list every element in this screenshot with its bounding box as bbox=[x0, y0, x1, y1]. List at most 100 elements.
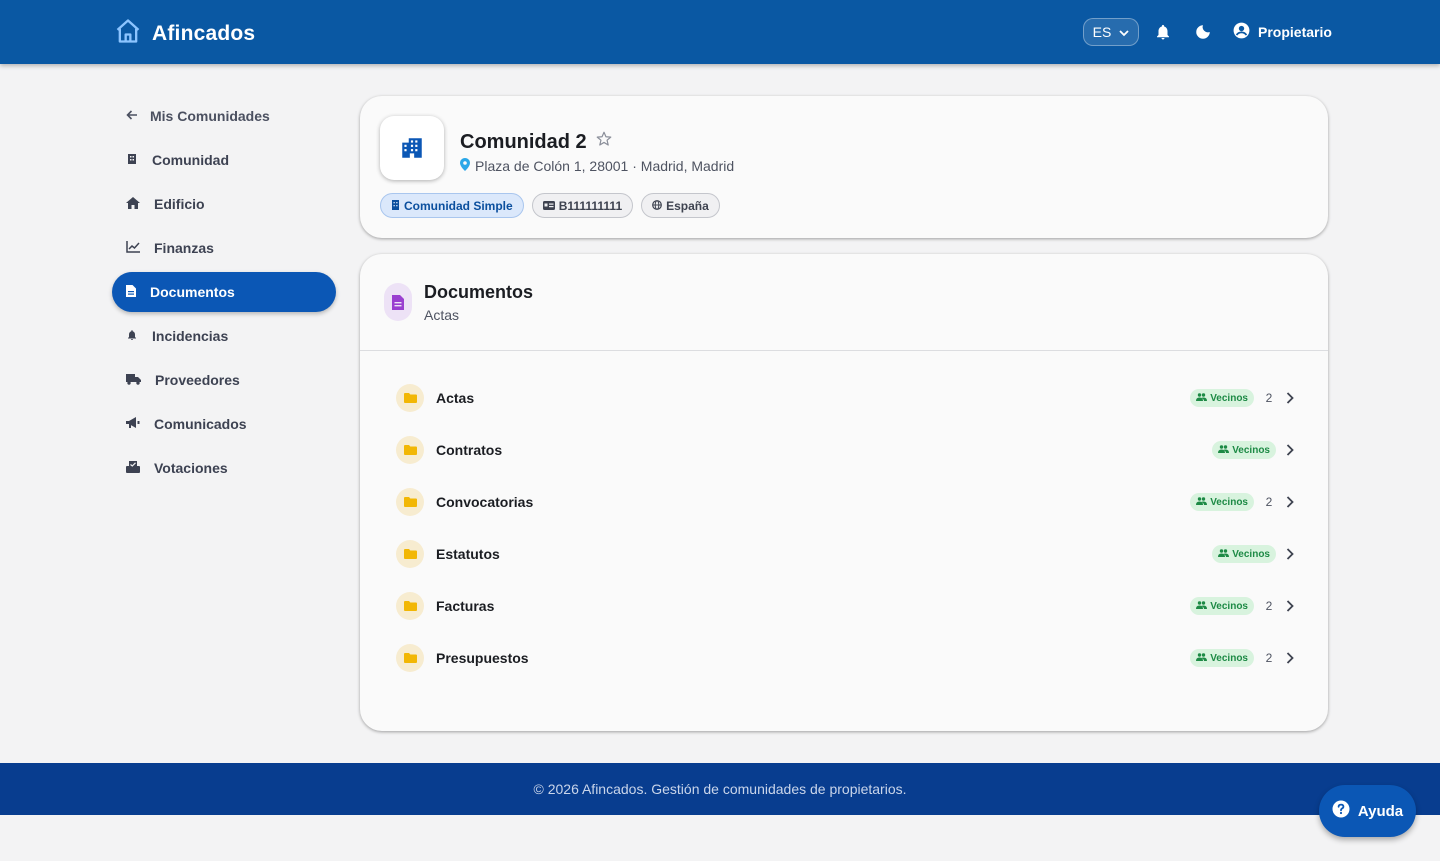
community-address: Plaza de Colón 1, 28001 · Madrid, Madrid bbox=[460, 158, 734, 174]
sidebar-item-comunicados[interactable]: Comunicados bbox=[112, 404, 336, 444]
sidebar-item-comunidad[interactable]: Comunidad bbox=[112, 140, 336, 180]
arrow-left-icon bbox=[126, 108, 138, 124]
cif-chip: B111111111 bbox=[531, 193, 634, 218]
language-value: ES bbox=[1092, 24, 1112, 40]
sidebar-item-label: Comunidad bbox=[152, 152, 229, 168]
notifications-bell-icon[interactable] bbox=[1153, 22, 1173, 42]
building-icon bbox=[126, 152, 138, 168]
sidebar-item-label: Edificio bbox=[154, 196, 205, 212]
folder-icon bbox=[396, 540, 424, 568]
favorite-star-icon[interactable] bbox=[595, 130, 613, 154]
sidebar-item-label: Finanzas bbox=[154, 240, 214, 256]
sidebar-item-edificio[interactable]: Edificio bbox=[112, 184, 336, 224]
help-circle-icon bbox=[1332, 800, 1350, 822]
visibility-label: Vecinos bbox=[1210, 392, 1248, 404]
account-circle-icon bbox=[1232, 21, 1251, 43]
globe-icon bbox=[652, 199, 663, 213]
chevron-right-icon bbox=[1284, 650, 1296, 666]
footer: © 2026 Afincados. Gestión de comunidades… bbox=[0, 763, 1440, 815]
house-logo-icon bbox=[114, 17, 142, 50]
sidebar-item-votaciones[interactable]: Votaciones bbox=[112, 448, 336, 488]
group-icon bbox=[1196, 392, 1208, 404]
help-label: Ayuda bbox=[1357, 802, 1404, 820]
sidebar-item-incidencias[interactable]: Incidencias bbox=[112, 316, 336, 356]
community-chips: Comunidad Simple B111111111 España bbox=[380, 193, 720, 218]
visibility-badge: Vecinos bbox=[1190, 493, 1254, 511]
user-menu[interactable]: Propietario bbox=[1232, 21, 1332, 43]
sidebar-nav: Mis Comunidades Comunidad Edificio Finan… bbox=[112, 96, 336, 488]
folder-meta: Vecinos bbox=[1212, 528, 1296, 580]
user-role-label: Propietario bbox=[1258, 24, 1332, 40]
folder-icon bbox=[396, 592, 424, 620]
group-icon bbox=[1218, 444, 1230, 456]
chip-label: B111111111 bbox=[558, 198, 623, 213]
folder-meta: Vecinos 2 bbox=[1190, 372, 1296, 424]
sidebar-item-label: Votaciones bbox=[154, 460, 228, 476]
visibility-label: Vecinos bbox=[1210, 496, 1248, 508]
sidebar-item-proveedores[interactable]: Proveedores bbox=[112, 360, 336, 400]
chevron-right-icon bbox=[1284, 494, 1296, 510]
documents-header: Documentos Actas bbox=[360, 254, 1328, 351]
group-icon bbox=[1218, 548, 1230, 560]
folder-icon bbox=[396, 644, 424, 672]
id-card-icon bbox=[542, 199, 555, 213]
sidebar-item-finanzas[interactable]: Finanzas bbox=[112, 228, 336, 268]
address-text: Plaza de Colón 1, 28001 · Madrid, Madrid bbox=[475, 158, 735, 174]
visibility-badge: Vecinos bbox=[1190, 649, 1254, 667]
sidebar-item-documentos[interactable]: Documentos bbox=[112, 272, 336, 312]
location-pin-icon bbox=[460, 158, 470, 174]
app-name: Afincados bbox=[152, 21, 256, 45]
file-count: 2 bbox=[1265, 391, 1273, 405]
brand[interactable]: Afincados bbox=[114, 17, 255, 50]
community-building-icon bbox=[380, 116, 444, 180]
visibility-label: Vecinos bbox=[1210, 600, 1248, 612]
document-icon bbox=[384, 283, 412, 321]
visibility-badge: Vecinos bbox=[1190, 389, 1254, 407]
folder-meta: Vecinos bbox=[1212, 424, 1296, 476]
chart-icon bbox=[126, 240, 140, 256]
folder-row-convocatorias[interactable]: Convocatorias Vecinos 2 bbox=[396, 476, 1296, 528]
folder-icon bbox=[396, 436, 424, 464]
folder-list: Actas Vecinos 2 Contratos Vecinos Convoc… bbox=[396, 372, 1296, 684]
folder-name: Presupuestos bbox=[436, 650, 529, 666]
language-select[interactable]: ES bbox=[1083, 18, 1139, 46]
group-icon bbox=[1196, 652, 1208, 664]
folder-name: Convocatorias bbox=[436, 494, 534, 510]
group-icon bbox=[1196, 600, 1208, 612]
documents-card: Documentos Actas Actas Vecinos 2 Contrat… bbox=[360, 254, 1328, 731]
folder-meta: Vecinos 2 bbox=[1190, 632, 1296, 684]
documents-title: Documentos bbox=[424, 282, 534, 302]
folder-name: Contratos bbox=[436, 442, 503, 458]
folder-row-presupuestos[interactable]: Presupuestos Vecinos 2 bbox=[396, 632, 1296, 684]
folder-name: Facturas bbox=[436, 598, 495, 614]
top-app-bar: Afincados ES Propietario bbox=[0, 0, 1440, 64]
home-icon bbox=[126, 196, 140, 212]
footer-copyright: © 2026 Afincados. Gestión de comunidades… bbox=[533, 781, 907, 797]
folder-row-contratos[interactable]: Contratos Vecinos bbox=[396, 424, 1296, 476]
sidebar-item-label: Proveedores bbox=[155, 372, 240, 388]
folder-row-estatutos[interactable]: Estatutos Vecinos bbox=[396, 528, 1296, 580]
file-count: 2 bbox=[1265, 651, 1273, 665]
document-icon bbox=[126, 284, 136, 300]
folder-row-facturas[interactable]: Facturas Vecinos 2 bbox=[396, 580, 1296, 632]
help-button[interactable]: Ayuda bbox=[1319, 785, 1416, 837]
folder-row-actas[interactable]: Actas Vecinos 2 bbox=[396, 372, 1296, 424]
folder-name: Actas bbox=[436, 390, 475, 406]
sidebar-item-label: Incidencias bbox=[152, 328, 229, 344]
community-card: Comunidad 2 Plaza de Colón 1, 28001 · Ma… bbox=[360, 96, 1328, 238]
community-type-chip: Comunidad Simple bbox=[380, 193, 524, 218]
back-to-communities-link[interactable]: Mis Comunidades bbox=[112, 96, 336, 136]
community-name: Comunidad 2 bbox=[460, 130, 587, 153]
chevron-right-icon bbox=[1284, 390, 1296, 406]
sidebar-item-label: Comunicados bbox=[154, 416, 247, 432]
visibility-label: Vecinos bbox=[1210, 652, 1248, 664]
visibility-badge: Vecinos bbox=[1212, 545, 1276, 563]
ballot-icon bbox=[126, 460, 140, 476]
truck-icon bbox=[126, 372, 141, 388]
dark-mode-moon-icon[interactable] bbox=[1193, 22, 1213, 42]
megaphone-icon bbox=[126, 416, 140, 432]
country-chip: España bbox=[641, 193, 720, 218]
file-count: 2 bbox=[1265, 599, 1273, 613]
folder-meta: Vecinos 2 bbox=[1190, 580, 1296, 632]
chip-label: España bbox=[666, 198, 709, 213]
